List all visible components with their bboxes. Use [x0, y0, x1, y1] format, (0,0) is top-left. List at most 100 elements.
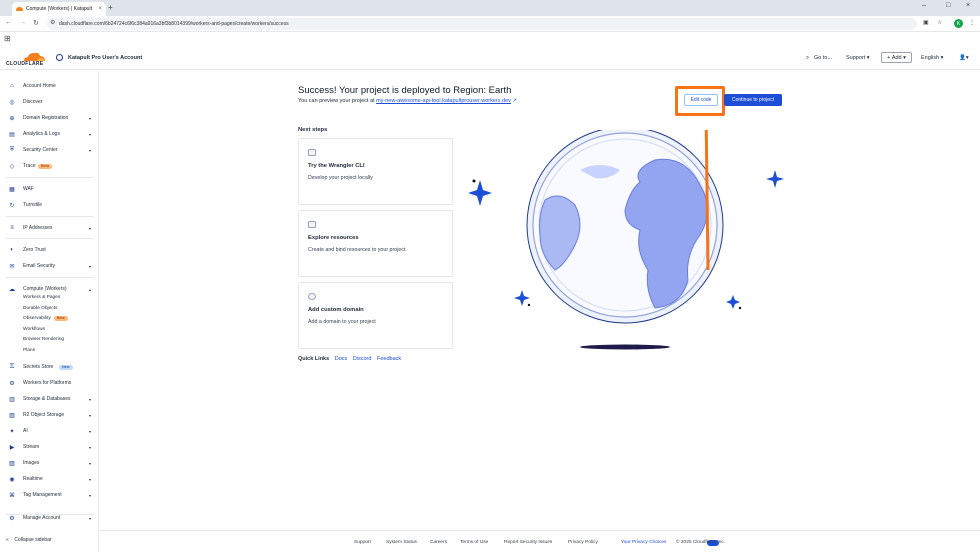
sidebar-item-manage-account[interactable]: ⚙ Manage Account ▾ — [0, 513, 99, 523]
sidebar-item-account-home[interactable]: ⌂ Account Home — [0, 81, 99, 91]
secrets-store-icon: ⚿ — [9, 363, 15, 370]
discord-link[interactable]: Discord — [353, 356, 372, 362]
card-wrangler-cli[interactable]: Try the Wrangler CLI Develop your projec… — [298, 138, 453, 205]
sidebar-item-stream[interactable]: ▶ Stream ▾ — [0, 442, 99, 452]
chevron-down-icon: ▾ — [89, 147, 92, 153]
close-window-icon[interactable]: × — [966, 2, 970, 9]
shield-icon: ⛨ — [9, 146, 15, 153]
card-title: Explore resources — [308, 235, 359, 241]
user-menu-icon[interactable]: 👤▾ — [959, 55, 969, 61]
chart-icon: ▤ — [9, 131, 15, 138]
ip-icon: ≡ — [10, 225, 14, 231]
storage-databases-icon: ▥ — [9, 396, 15, 403]
support-menu[interactable]: Support ▾ — [846, 55, 870, 61]
bookmark-star-icon[interactable]: ☆ — [937, 19, 942, 26]
sidebar-item-analytics-logs[interactable]: ▤ Analytics & Logs ▾ — [0, 129, 99, 139]
reload-icon[interactable]: ↻ — [33, 19, 39, 27]
sidebar-item-zero-trust[interactable]: ◐ Zero Trust — [0, 245, 99, 255]
footer-link-careers[interactable]: Careers — [430, 540, 447, 545]
close-tab-icon[interactable]: × — [98, 6, 102, 12]
address-bar[interactable]: dash.cloudflare.com/6b24724c6f6c384a916a… — [47, 18, 917, 30]
cloudflare-logo-icon[interactable] — [22, 51, 46, 61]
forward-icon[interactable]: → — [19, 19, 26, 26]
feedback-link[interactable]: Feedback — [377, 356, 401, 362]
browser-menu-icon[interactable]: ⋮ — [969, 19, 975, 26]
sidebar-item-label: WAF — [23, 186, 34, 192]
sidebar-subitem-plans[interactable]: Plans — [23, 348, 35, 353]
cloudflare-favicon-icon — [16, 7, 23, 11]
sidebar-item-ip-addresses[interactable]: ≡ IP Addresses ▾ — [0, 223, 99, 233]
add-button[interactable]: + Add ▾ — [881, 52, 912, 63]
card-title: Add custom domain — [308, 307, 364, 313]
new-tab-icon[interactable]: + — [108, 3, 113, 12]
workers-icon: ☁ — [9, 286, 15, 293]
sidebar-item-discover[interactable]: ◎ Discover — [0, 97, 99, 107]
back-icon[interactable]: ← — [5, 19, 12, 26]
quick-links-label: Quick Links — [298, 356, 330, 362]
sidebar-item-label: Analytics & Logs — [23, 131, 60, 137]
sidebar-item-r2-object-storage[interactable]: ▧ R2 Object Storage ▾ — [0, 410, 99, 420]
edit-code-button[interactable]: Edit code — [684, 94, 718, 106]
sidebar-subitem-observability[interactable]: Observability Beta — [23, 316, 68, 321]
cast-icon[interactable]: ▣ — [923, 19, 929, 26]
continue-to-project-button[interactable]: Continue to project — [724, 94, 782, 106]
footer-link-privacy-policy[interactable]: Privacy Policy — [568, 540, 598, 545]
card-explore-resources[interactable]: Explore resources Create and bind resour… — [298, 210, 453, 277]
sidebar-item-label: Compute (Workers) — [23, 286, 67, 292]
sidebar-item-turnstile[interactable]: ↻ Turnstile — [0, 200, 99, 210]
maximize-icon[interactable]: □ — [946, 2, 950, 9]
collapse-sidebar-button[interactable]: « Collapse sidebar — [6, 537, 52, 543]
sidebar-subitem-browser-rendering[interactable]: Browser Rendering — [23, 337, 64, 342]
page-title: Success! Your project is deployed to Reg… — [298, 85, 512, 96]
sidebar-item-label: Discover — [23, 99, 43, 105]
sidebar-item-trace[interactable]: ◇ Trace Beta — [0, 161, 99, 171]
sidebar-item-images[interactable]: ▨ Images ▾ — [0, 458, 99, 468]
account-name[interactable]: Katapult Pro User's Account — [68, 55, 142, 61]
footer-link-report-security-issues[interactable]: Report Security Issues — [504, 540, 552, 545]
sidebar-divider — [6, 177, 94, 178]
sidebar-item-label: Secrets Store — [23, 364, 54, 370]
footer-link-system-status[interactable]: System Status — [386, 540, 417, 545]
workers-for-platforms-icon: ⚙ — [9, 380, 15, 387]
docs-link[interactable]: Docs — [335, 356, 348, 362]
sidebar-subitem-durable-objects[interactable]: Durable Objects — [23, 306, 57, 311]
sidebar-item-realtime[interactable]: ◉ Realtime ▾ — [0, 474, 99, 484]
footer-link-your-privacy-choices[interactable]: Your Privacy Choices — [621, 540, 666, 545]
search-icon[interactable]: ⌕ — [806, 55, 809, 62]
sidebar-subitem-workers-pages[interactable]: Workers & Pages — [23, 295, 60, 300]
ai-icon: ✦ — [9, 428, 15, 435]
preview-link[interactable]: my-new-awesome-api-tool.katapultprouser.… — [376, 98, 511, 104]
sidebar-item-ai[interactable]: ✦ AI ▾ — [0, 426, 99, 436]
minimize-icon[interactable]: – — [922, 2, 926, 9]
card-desc: Develop your project locally — [308, 175, 373, 181]
external-link-icon[interactable]: ↗ — [512, 98, 517, 104]
chevron-down-icon: ▾ — [89, 412, 92, 418]
sidebar-item-storage-databases[interactable]: ▥ Storage & Databases ▾ — [0, 394, 99, 404]
sidebar-item-secrets-store[interactable]: ⚿ Secrets Store New — [0, 362, 99, 372]
footer-link-support[interactable]: Support — [354, 540, 371, 545]
sidebar-item-tag-management[interactable]: ⌘ Tag Management ▾ — [0, 490, 99, 500]
chevron-up-icon: ▴ — [89, 286, 92, 292]
goto-button[interactable]: Go to... — [814, 55, 832, 61]
sidebar-item-security-center[interactable]: ⛨ Security Center ▾ — [0, 145, 99, 155]
language-menu[interactable]: English ▾ — [921, 55, 943, 61]
footer-link-terms-of-use[interactable]: Terms of Use — [460, 540, 488, 545]
sidebar-subitem-workflows[interactable]: Workflows — [23, 327, 45, 332]
chevron-down-icon: ▾ — [89, 460, 92, 466]
profile-avatar[interactable]: K — [954, 19, 963, 28]
sidebar-item-compute-workers[interactable]: ☁ Compute (Workers) ▴ — [0, 284, 99, 294]
collapse-label: Collapse sidebar — [14, 537, 52, 543]
card-custom-domain[interactable]: Add custom domain Add a domain to your p… — [298, 282, 453, 349]
sidebar-item-domain-registration[interactable]: ⊕ Domain Registration ▾ — [0, 113, 99, 123]
sidebar-item-waf[interactable]: ▦ WAF — [0, 184, 99, 194]
browser-tab[interactable]: Compute (Workers) | Katapult × — [12, 2, 106, 16]
sidebar-subitem-label: Observability — [23, 316, 51, 321]
sidebar-item-workers-for-platforms[interactable]: ⚙ Workers for Platforms — [0, 378, 99, 388]
card-desc: Create and bind resources to your projec… — [308, 247, 406, 253]
apps-grid-icon[interactable]: ⊞ — [4, 34, 11, 43]
site-info-icon[interactable]: ⚙ — [50, 19, 55, 26]
manage-account-icon: ⚙ — [9, 515, 15, 522]
sidebar-item-email-security[interactable]: ✉ Email Security ▾ — [0, 261, 99, 271]
sidebar-item-label: Storage & Databases — [23, 396, 71, 402]
beta-badge: Beta — [38, 163, 52, 169]
